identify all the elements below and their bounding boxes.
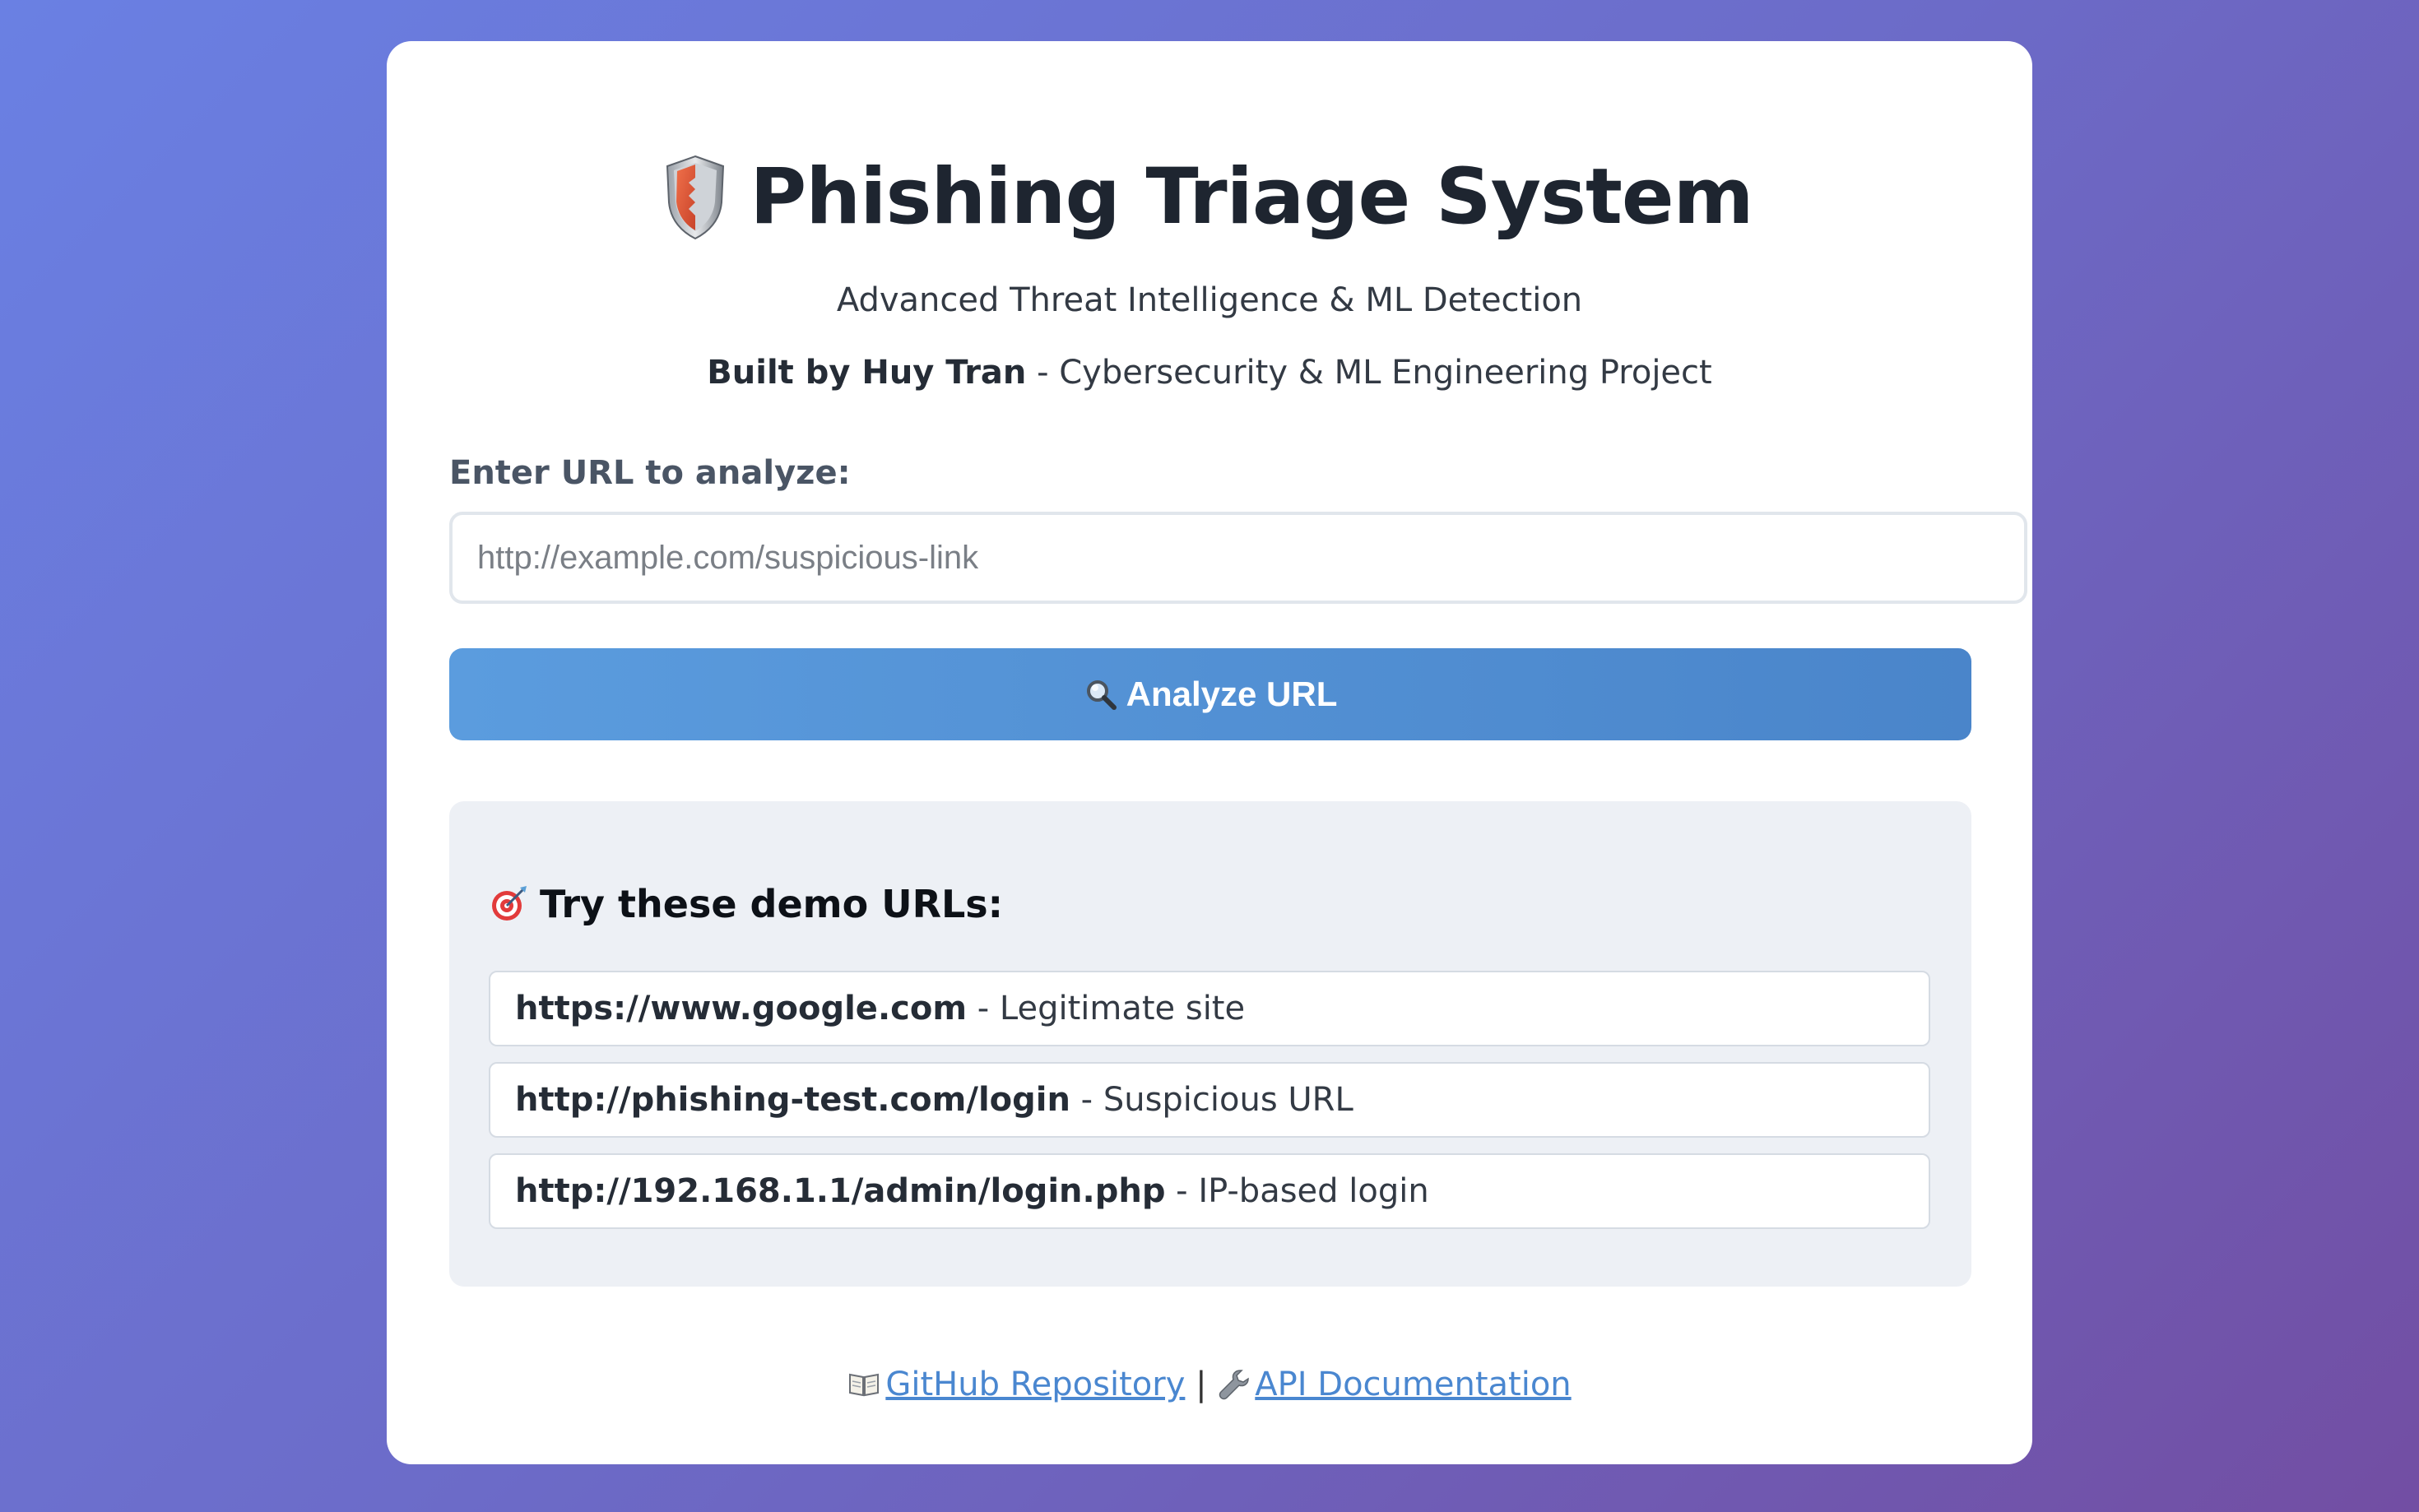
- footer-separator: |: [1185, 1366, 1218, 1403]
- main-card: Phishing Triage System Advanced Threat I…: [387, 41, 2032, 1464]
- magnifier-icon: [1086, 680, 1117, 710]
- wrench-icon: [1219, 1370, 1250, 1400]
- book-icon: [849, 1373, 880, 1397]
- project-description: - Cybersecurity & ML Engineering Project: [1026, 354, 1712, 392]
- author-name: Built by Huy Tran: [707, 354, 1027, 392]
- demo-url-description: - Legitimate site: [967, 990, 1246, 1027]
- header: Phishing Triage System: [387, 140, 2032, 255]
- github-repository-link-label: GitHub Repository: [885, 1366, 1186, 1403]
- url-input[interactable]: [449, 512, 2027, 604]
- demo-urls-panel: Try these demo URLs: https://www.google.…: [449, 801, 1971, 1287]
- demo-url-description: - Suspicious URL: [1070, 1081, 1353, 1119]
- analyze-url-button[interactable]: Analyze URL: [449, 648, 1971, 740]
- demo-url: http://phishing-test.com/login: [515, 1081, 1070, 1119]
- github-repository-link[interactable]: GitHub Repository: [847, 1366, 1185, 1403]
- demo-url-description: - IP-based login: [1165, 1172, 1429, 1210]
- shield-icon: [666, 155, 725, 240]
- api-documentation-link-label: API Documentation: [1255, 1366, 1572, 1403]
- demo-url-item[interactable]: http://phishing-test.com/login - Suspici…: [489, 1062, 1930, 1138]
- demo-url: https://www.google.com: [515, 990, 968, 1027]
- author-byline: Built by Huy Tran - Cybersecurity & ML E…: [387, 354, 2032, 392]
- analyze-url-button-label: Analyze URL: [1126, 675, 1338, 713]
- url-input-label: Enter URL to analyze:: [449, 454, 851, 492]
- footer-links: GitHub Repository | API Documentation: [387, 1366, 2032, 1403]
- page-title: Phishing Triage System: [750, 152, 1753, 242]
- target-icon: [492, 886, 527, 921]
- api-documentation-link[interactable]: API Documentation: [1217, 1366, 1572, 1403]
- title-row: Phishing Triage System: [666, 140, 1754, 255]
- demo-urls-heading: Try these demo URLs:: [489, 882, 1003, 926]
- demo-url-item[interactable]: https://www.google.com - Legitimate site: [489, 971, 1930, 1046]
- page-subtitle: Advanced Threat Intelligence & ML Detect…: [836, 281, 1583, 319]
- demo-urls-heading-text: Try these demo URLs:: [540, 882, 1004, 926]
- demo-url-item[interactable]: http://192.168.1.1/admin/login.php - IP-…: [489, 1153, 1930, 1229]
- demo-url: http://192.168.1.1/admin/login.php: [515, 1172, 1166, 1210]
